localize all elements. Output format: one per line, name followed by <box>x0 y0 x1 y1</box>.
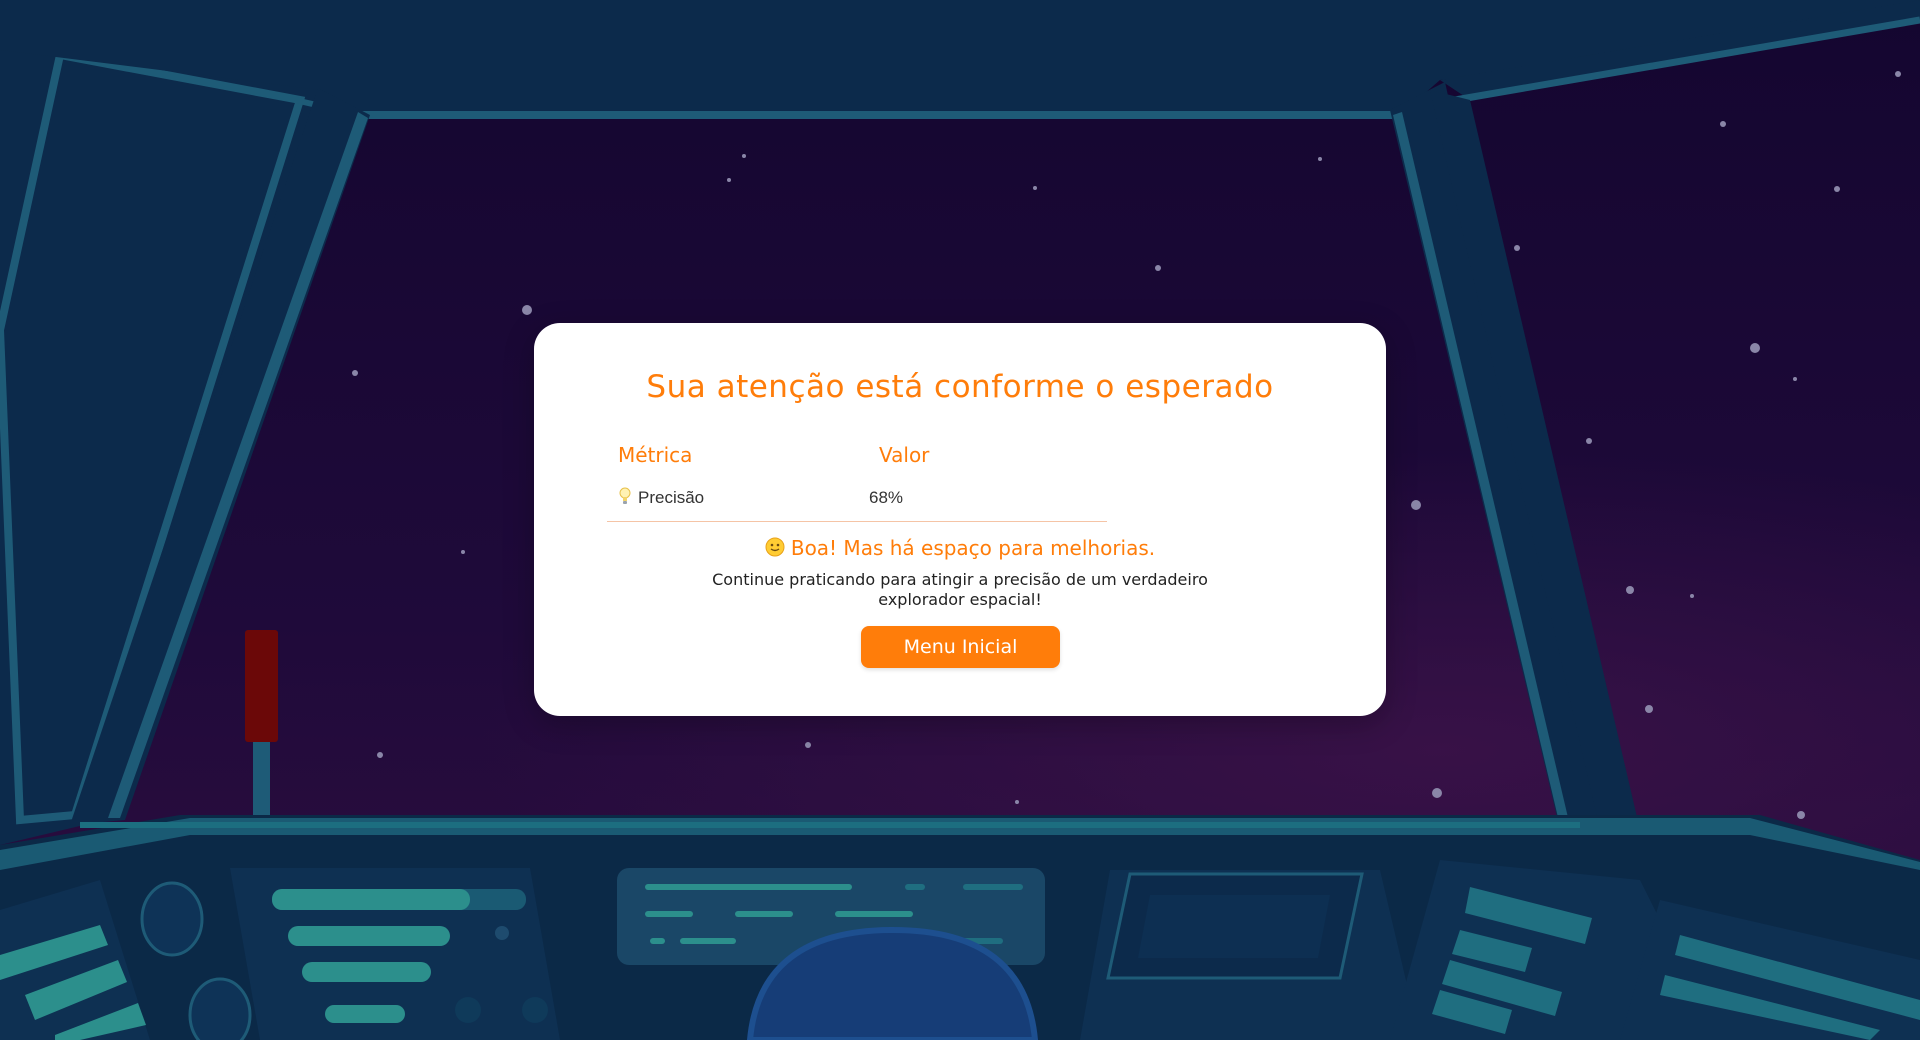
metric-value: 68% <box>869 488 904 507</box>
column-header-value: Valor <box>879 443 930 467</box>
feedback-description: Continue praticando para atingir a preci… <box>712 570 1208 609</box>
main-menu-button[interactable]: Menu Inicial <box>861 626 1060 668</box>
smile-icon <box>765 537 785 557</box>
table-row: Precisão 68% <box>607 485 1107 522</box>
lever-shaft <box>253 742 270 822</box>
gauge-2 <box>188 977 252 1040</box>
feedback-line: Boa! Mas há espaço para melhorias. <box>534 536 1386 560</box>
result-title: Sua atenção está conforme o esperado <box>646 369 1274 405</box>
column-header-metric: Métrica <box>618 443 693 467</box>
lever-handle <box>245 630 278 742</box>
result-card: Sua atenção está conforme o esperado Mét… <box>534 323 1386 716</box>
lightbulb-icon <box>619 487 631 504</box>
feedback-title: Boa! Mas há espaço para melhorias. <box>790 536 1156 560</box>
metric-name: Precisão <box>638 488 705 507</box>
gauge-1 <box>140 881 204 957</box>
